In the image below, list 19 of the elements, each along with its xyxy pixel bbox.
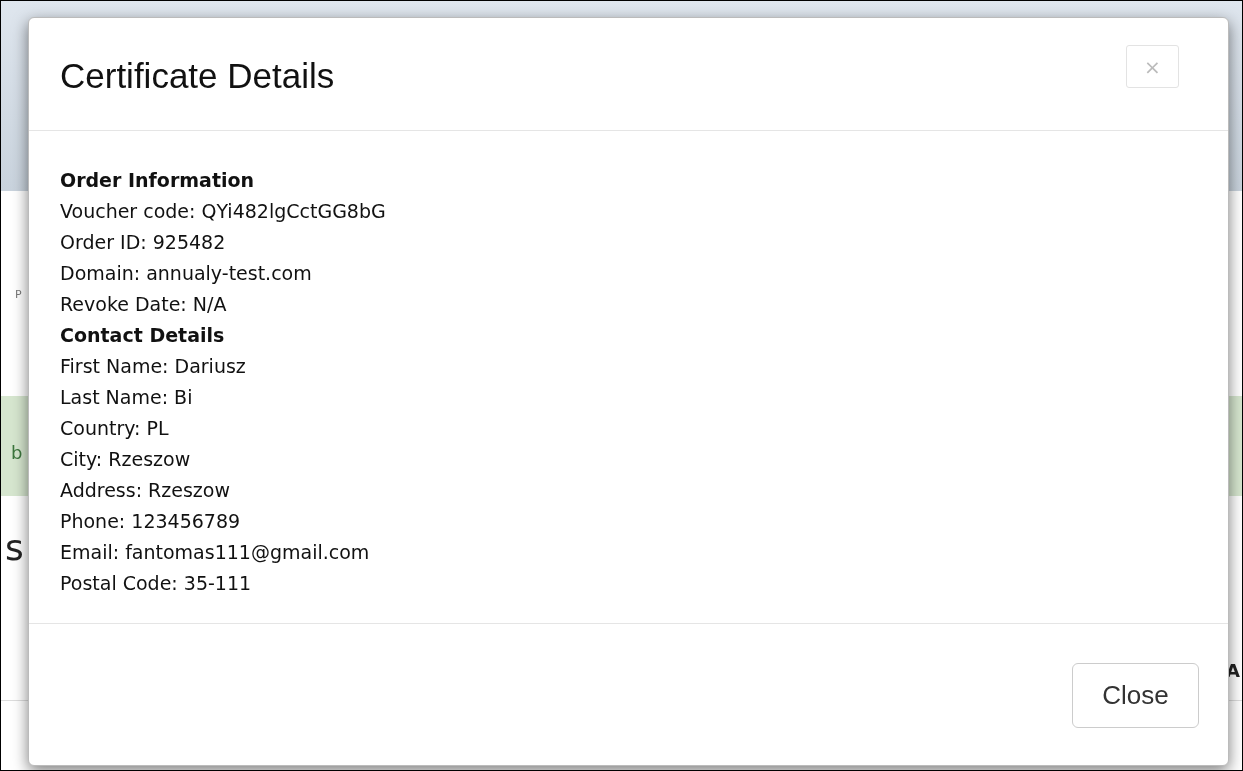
partial-text: b xyxy=(11,441,23,465)
detail-line: Revoke Date: N/A xyxy=(60,292,228,317)
detail-line: Phone: 123456789 xyxy=(60,509,242,534)
partial-text: s xyxy=(5,526,24,570)
detail-line: Voucher code: QYi482lgCctGG8bG xyxy=(60,199,387,224)
dialog-title: Certificate Details xyxy=(60,56,335,96)
partial-text: P xyxy=(15,287,22,303)
section-heading: Order Information xyxy=(60,168,256,193)
detail-line: Postal Code: 35-111 xyxy=(60,571,253,596)
detail-line: City: Rzeszow xyxy=(60,447,192,472)
detail-line: Email: fantomas111@gmail.com xyxy=(60,540,371,565)
close-button[interactable]: Close xyxy=(1072,663,1199,728)
section-heading: Contact Details xyxy=(60,323,226,348)
detail-line: Country: PL xyxy=(60,416,170,441)
detail-line: Address: Rzeszow xyxy=(60,478,231,503)
detail-line: Domain: annualy-test.com xyxy=(60,261,313,286)
detail-line: Last Name: Bi xyxy=(60,385,194,410)
detail-line: First Name: Dariusz xyxy=(60,354,247,379)
detail-line: Order ID: 925482 xyxy=(60,230,227,255)
